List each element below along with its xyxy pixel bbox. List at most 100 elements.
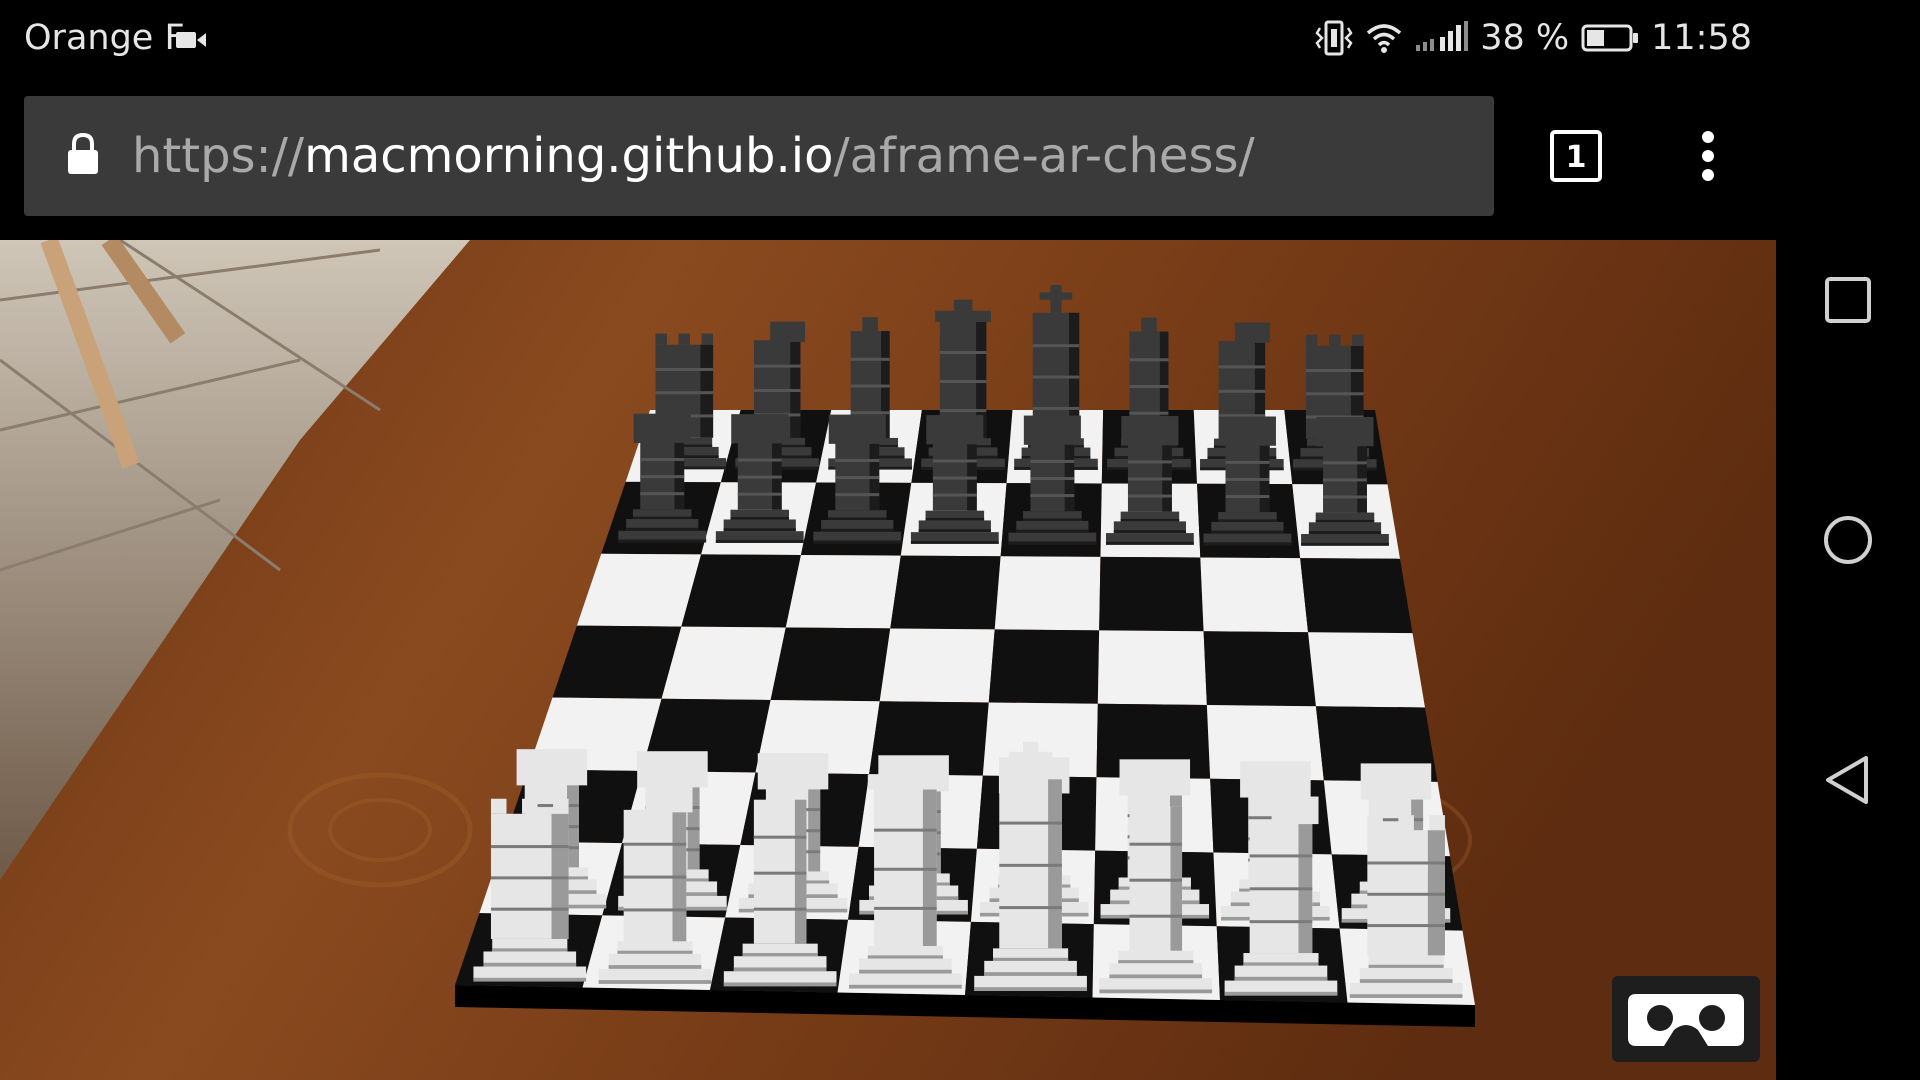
piece-voxel-line	[939, 380, 987, 384]
tabs-icon[interactable]: 1	[1550, 130, 1602, 182]
piece-voxel-line	[1367, 892, 1445, 896]
piece-base-shadow	[598, 980, 712, 984]
piece-voxel-line	[1305, 369, 1364, 373]
piece-voxel-line	[490, 845, 569, 849]
vr-mode-button[interactable]	[1612, 976, 1760, 1062]
piece-base-shadow	[849, 984, 962, 989]
piece-base-shadow	[813, 540, 902, 544]
piece-voxel-line	[850, 411, 890, 415]
piece-voxel-line	[640, 458, 685, 462]
piece-voxel-line	[1032, 344, 1080, 348]
board-square-light	[1308, 632, 1425, 708]
piece-voxel-line	[999, 821, 1062, 825]
piece-base-shadow	[626, 527, 699, 531]
piece-voxel-line	[874, 867, 937, 871]
queen-crown	[867, 774, 943, 790]
queen-crown	[935, 310, 991, 322]
piece-voxel-line	[999, 906, 1062, 910]
piece-base-shadow	[1203, 542, 1292, 546]
board-square-dark	[1203, 631, 1316, 707]
piece-voxel-line	[1129, 358, 1169, 362]
piece-base-shadow	[1099, 989, 1213, 994]
piece-voxel-line	[1129, 914, 1183, 918]
address-bar[interactable]: https://macmorning.github.io/aframe-ar-c…	[24, 96, 1494, 216]
piece-voxel-line	[1225, 495, 1270, 499]
back-icon[interactable]	[1820, 752, 1876, 808]
king-cross-horizontal	[1039, 292, 1073, 300]
cardboard-vr-icon	[1628, 994, 1744, 1046]
lock-icon	[68, 132, 98, 174]
signal-icon	[1416, 21, 1469, 51]
pawn-head	[731, 414, 789, 444]
piece-voxel-line	[1032, 406, 1080, 410]
battery-icon	[1581, 24, 1639, 52]
piece-voxel-line	[1129, 411, 1169, 415]
piece-base-shadow	[1118, 960, 1194, 964]
piece-voxel-line	[1249, 887, 1313, 891]
piece-voxel-line	[939, 350, 987, 354]
piece-voxel-line	[1030, 459, 1075, 463]
board-square-light	[879, 628, 995, 703]
overflow-menu-icon[interactable]	[1688, 130, 1728, 182]
piece-base-shadow	[859, 969, 952, 974]
piece-voxel-line	[623, 908, 687, 912]
home-icon[interactable]	[1820, 512, 1876, 568]
board-square-light	[1200, 557, 1309, 633]
board-square-light	[661, 626, 786, 700]
piece-base-shadow	[993, 957, 1069, 961]
piece-base-shadow	[1234, 976, 1328, 981]
video-call-icon	[176, 32, 206, 48]
knight-head	[1271, 796, 1319, 825]
board-square-dark	[1099, 556, 1204, 632]
piece-base-shadow	[974, 987, 1087, 991]
pawn-head	[1023, 415, 1081, 445]
piece-voxel-line	[1323, 495, 1367, 499]
pawn-head	[637, 751, 708, 788]
recent-apps-icon[interactable]	[1820, 272, 1876, 328]
board-square-dark	[681, 554, 801, 628]
piece-voxel-line	[939, 409, 987, 413]
board-square-dark	[1300, 558, 1413, 634]
url-text[interactable]: https://macmorning.github.io/aframe-ar-c…	[132, 128, 1255, 184]
bishop-tip	[1145, 787, 1167, 807]
piece-voxel-line	[1323, 461, 1367, 465]
piece-voxel-line	[753, 835, 807, 839]
piece-voxel-line	[753, 364, 801, 368]
piece-base-shadow	[632, 516, 692, 520]
carrier-name: Orange F	[24, 18, 185, 58]
piece-base-shadow	[1218, 519, 1277, 522]
piece-voxel-line	[1030, 477, 1075, 481]
piece-voxel-line	[737, 475, 782, 479]
piece-voxel-line	[1127, 460, 1172, 464]
piece-voxel-line	[1129, 384, 1169, 388]
url-scheme: https://	[132, 128, 305, 184]
pawn-head	[1360, 763, 1432, 800]
piece-voxel-line	[655, 391, 714, 395]
piece-voxel-line	[640, 492, 685, 496]
queen-crown-top	[953, 299, 973, 311]
rook-crenel	[1329, 334, 1341, 346]
rook-crenel	[1429, 815, 1445, 831]
piece-voxel-line	[1127, 494, 1172, 498]
piece-base-shadow	[984, 972, 1077, 976]
piece-voxel-line	[1249, 854, 1313, 858]
rook-crenel	[1305, 334, 1318, 346]
rook-crenel	[655, 333, 667, 345]
piece-voxel-line	[932, 493, 977, 497]
knight-head	[1234, 322, 1270, 343]
rook-crenel	[522, 798, 538, 814]
piece-voxel-line	[1225, 477, 1270, 481]
piece-base-shadow	[1211, 530, 1284, 534]
piece-voxel-line	[1218, 365, 1266, 369]
piece-voxel-line	[1305, 392, 1364, 396]
piece-voxel-line	[1225, 460, 1270, 464]
piece-base-shadow	[1224, 991, 1338, 996]
board-square-light	[1097, 630, 1207, 705]
pawn-head	[1218, 416, 1276, 446]
piece-base-shadow	[828, 517, 887, 520]
piece-voxel-line	[932, 459, 977, 463]
piece-base-shadow	[733, 967, 827, 972]
piece-voxel-line	[999, 863, 1062, 867]
ar-chess-scene[interactable]	[0, 240, 1776, 1080]
board-square-dark	[890, 555, 1001, 630]
